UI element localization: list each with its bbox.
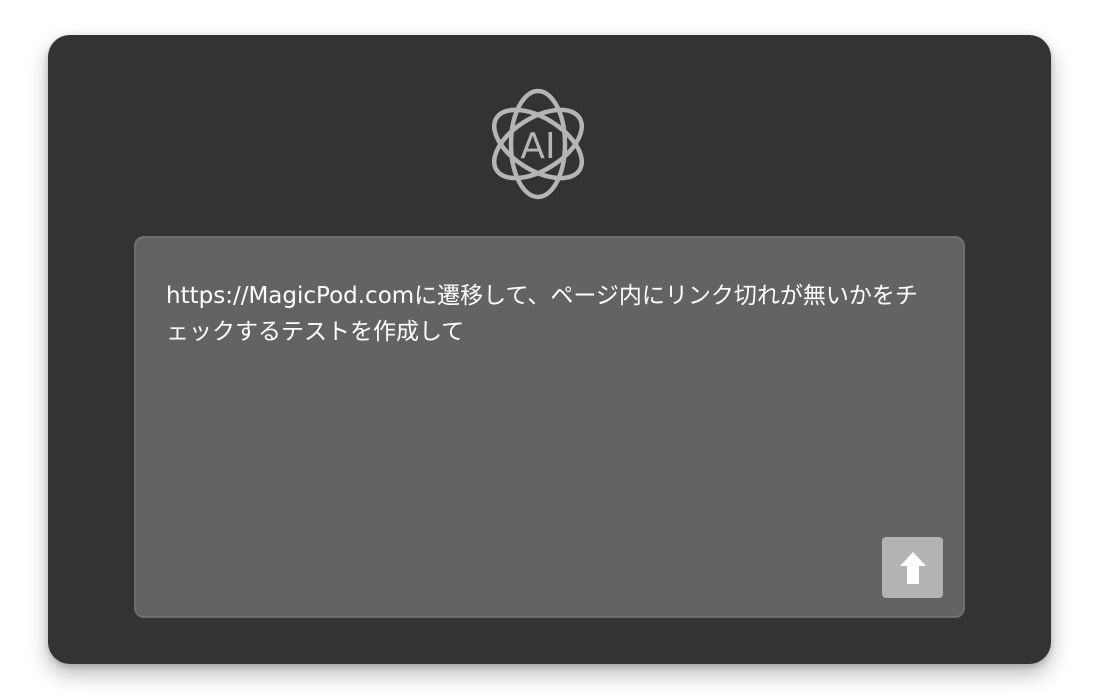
prompt-text[interactable]: https://MagicPod.comに遷移して、ページ内にリンク切れが無いか… [166, 278, 936, 350]
arrow-up-icon [899, 551, 926, 584]
prompt-input[interactable]: https://MagicPod.comに遷移して、ページ内にリンク切れが無いか… [134, 236, 965, 618]
ai-atom-icon: AI [485, 88, 591, 200]
ai-logo-text: AI [520, 126, 555, 167]
send-button[interactable] [882, 537, 943, 598]
page: AI https://MagicPod.comに遷移して、ページ内にリンク切れが… [0, 0, 1100, 700]
